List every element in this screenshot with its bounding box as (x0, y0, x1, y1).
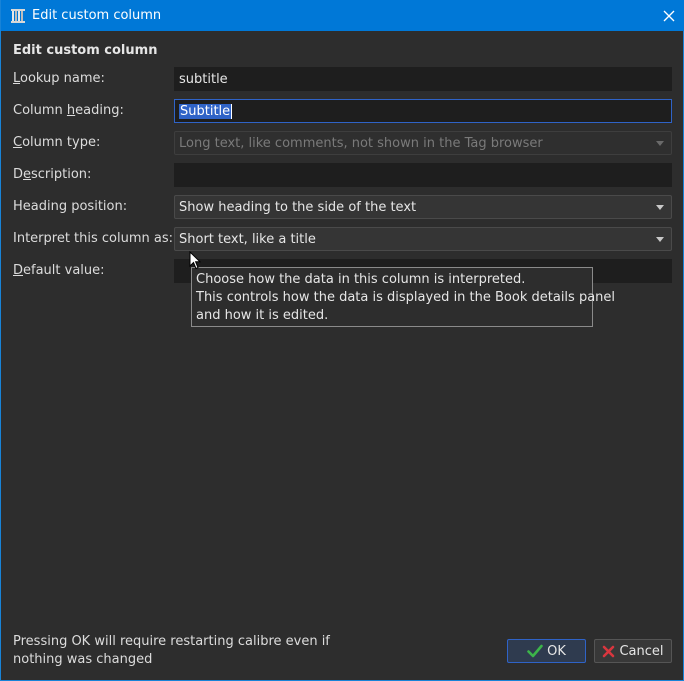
chevron-down-icon (656, 141, 664, 146)
close-icon (663, 10, 675, 22)
chevron-down-icon (656, 205, 664, 210)
lookup-name-value: subtitle (179, 71, 228, 87)
restart-note: Pressing OK will require restarting cali… (13, 634, 330, 667)
interpret-as-select[interactable]: Short text, like a title (174, 227, 672, 251)
column-heading-input[interactable]: Subtitle (174, 99, 672, 123)
mouse-pointer-icon (189, 251, 201, 270)
interpret-tooltip: Choose how the data in this column is in… (191, 267, 616, 327)
column-heading-label: Column heading: (13, 103, 124, 118)
column-type-label: Column type: (13, 135, 101, 150)
column-type-value: Long text, like comments, not shown in t… (179, 135, 543, 151)
column-heading-value: Subtitle (179, 103, 232, 119)
lookup-name-label: Lookup name: (13, 71, 105, 86)
cancel-button[interactable]: Cancel (594, 639, 672, 663)
lookup-name-input[interactable]: subtitle (174, 67, 672, 91)
chevron-down-icon (656, 237, 664, 242)
tooltip-line: and how it is edited. (196, 308, 329, 323)
text-caret (231, 103, 233, 119)
tooltip-line: This controls how the data is displayed … (196, 290, 616, 305)
column-type-select: Long text, like comments, not shown in t… (174, 131, 672, 155)
description-label: Description: (13, 167, 92, 182)
default-value-label: Default value: (13, 263, 105, 278)
cancel-label: Cancel (619, 643, 664, 659)
tooltip-line: Choose how the data in this column is in… (196, 272, 526, 287)
calibre-library-icon (10, 8, 26, 24)
window-title: Edit custom column (32, 8, 162, 23)
cross-icon (602, 645, 615, 658)
heading-position-label: Heading position: (13, 199, 128, 214)
close-button[interactable] (659, 6, 679, 26)
ok-button[interactable]: OK (507, 639, 586, 663)
heading-position-value: Show heading to the side of the text (179, 199, 417, 215)
ok-label: OK (547, 643, 566, 659)
form-heading: Edit custom column (13, 43, 158, 58)
heading-position-select[interactable]: Show heading to the side of the text (174, 195, 672, 219)
interpret-as-label: Interpret this column as: (13, 231, 174, 246)
dialog-window: Edit custom column Edit custom column Lo… (0, 0, 684, 681)
interpret-as-value: Short text, like a title (179, 231, 316, 247)
title-bar: Edit custom column (1, 0, 684, 31)
checkmark-icon (527, 644, 543, 658)
description-input[interactable] (174, 163, 672, 187)
